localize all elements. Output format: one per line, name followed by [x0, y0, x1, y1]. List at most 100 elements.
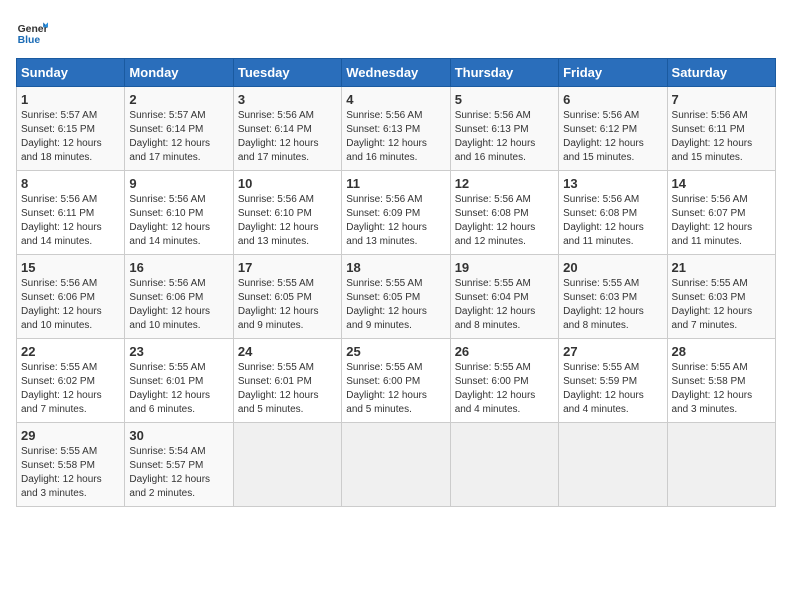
day-number: 5 [455, 92, 554, 107]
calendar-week-row: 15 Sunrise: 5:56 AM Sunset: 6:06 PM Dayli… [17, 255, 776, 339]
day-number: 16 [129, 260, 228, 275]
day-number: 19 [455, 260, 554, 275]
calendar-cell: 25 Sunrise: 5:55 AM Sunset: 6:00 PM Dayli… [342, 339, 450, 423]
day-info: Sunrise: 5:55 AM Sunset: 6:00 PM Dayligh… [455, 361, 554, 417]
day-number: 30 [129, 428, 228, 443]
calendar-cell: 13Sunrise: 5:56 AM Sunset: 6:08 PM Dayli… [559, 171, 667, 255]
calendar-cell [342, 423, 450, 507]
svg-text:Blue: Blue [18, 35, 41, 46]
calendar-cell [233, 423, 341, 507]
day-info: Sunrise: 5:55 AM Sunset: 5:58 PM Dayligh… [21, 445, 120, 501]
day-info: Sunrise: 5:54 AM Sunset: 5:57 PM Dayligh… [129, 445, 228, 501]
day-info: Sunrise: 5:56 AM Sunset: 6:08 PM Dayligh… [563, 193, 662, 249]
day-number: 12 [455, 176, 554, 191]
calendar-week-row: 1 Sunrise: 5:57 AM Sunset: 6:15 PM Daylig… [17, 87, 776, 171]
logo-icon: General Blue [16, 16, 48, 48]
col-header-thursday: Thursday [450, 59, 558, 87]
col-header-tuesday: Tuesday [233, 59, 341, 87]
day-info: Sunrise: 5:57 AM Sunset: 6:15 PM Dayligh… [21, 109, 120, 165]
day-info: Sunrise: 5:55 AM Sunset: 6:04 PM Dayligh… [455, 277, 554, 333]
calendar-cell: 15 Sunrise: 5:56 AM Sunset: 6:06 PM Dayli… [17, 255, 125, 339]
calendar-cell: 19 Sunrise: 5:55 AM Sunset: 6:04 PM Dayli… [450, 255, 558, 339]
calendar-cell: 29 Sunrise: 5:55 AM Sunset: 5:58 PM Dayli… [17, 423, 125, 507]
day-info: Sunrise: 5:56 AM Sunset: 6:12 PM Dayligh… [563, 109, 662, 165]
day-number: 1 [21, 92, 120, 107]
calendar-week-row: 29 Sunrise: 5:55 AM Sunset: 5:58 PM Dayli… [17, 423, 776, 507]
day-number: 10 [238, 176, 337, 191]
day-number: 23 [129, 344, 228, 359]
calendar-cell [559, 423, 667, 507]
day-info: Sunrise: 5:55 AM Sunset: 5:59 PM Dayligh… [563, 361, 662, 417]
day-number: 14 [672, 176, 771, 191]
calendar-cell [450, 423, 558, 507]
day-info: Sunrise: 5:56 AM Sunset: 6:06 PM Dayligh… [21, 277, 120, 333]
day-number: 29 [21, 428, 120, 443]
col-header-sunday: Sunday [17, 59, 125, 87]
day-info: Sunrise: 5:56 AM Sunset: 6:10 PM Dayligh… [238, 193, 337, 249]
day-number: 21 [672, 260, 771, 275]
day-number: 2 [129, 92, 228, 107]
calendar-cell: 2 Sunrise: 5:57 AM Sunset: 6:14 PM Daylig… [125, 87, 233, 171]
day-info: Sunrise: 5:55 AM Sunset: 6:05 PM Dayligh… [238, 277, 337, 333]
day-number: 28 [672, 344, 771, 359]
day-info: Sunrise: 5:55 AM Sunset: 6:05 PM Dayligh… [346, 277, 445, 333]
calendar-cell: 4 Sunrise: 5:56 AM Sunset: 6:13 PM Daylig… [342, 87, 450, 171]
day-info: Sunrise: 5:55 AM Sunset: 6:03 PM Dayligh… [563, 277, 662, 333]
day-number: 24 [238, 344, 337, 359]
calendar-header-row: SundayMondayTuesdayWednesdayThursdayFrid… [17, 59, 776, 87]
day-number: 6 [563, 92, 662, 107]
day-number: 25 [346, 344, 445, 359]
day-number: 26 [455, 344, 554, 359]
calendar-cell: 14 Sunrise: 5:56 AM Sunset: 6:07 PM Dayli… [667, 171, 775, 255]
page-header: General Blue [16, 16, 776, 48]
calendar-cell: 6 Sunrise: 5:56 AM Sunset: 6:12 PM Daylig… [559, 87, 667, 171]
calendar-cell: 26 Sunrise: 5:55 AM Sunset: 6:00 PM Dayli… [450, 339, 558, 423]
logo: General Blue [16, 16, 48, 48]
calendar-cell: 21 Sunrise: 5:55 AM Sunset: 6:03 PM Dayli… [667, 255, 775, 339]
day-number: 18 [346, 260, 445, 275]
col-header-monday: Monday [125, 59, 233, 87]
calendar-cell: 30 Sunrise: 5:54 AM Sunset: 5:57 PM Dayli… [125, 423, 233, 507]
day-info: Sunrise: 5:56 AM Sunset: 6:13 PM Dayligh… [455, 109, 554, 165]
day-info: Sunrise: 5:56 AM Sunset: 6:10 PM Dayligh… [129, 193, 228, 249]
calendar-cell: 11Sunrise: 5:56 AM Sunset: 6:09 PM Dayli… [342, 171, 450, 255]
day-number: 7 [672, 92, 771, 107]
day-number: 20 [563, 260, 662, 275]
day-number: 4 [346, 92, 445, 107]
day-info: Sunrise: 5:57 AM Sunset: 6:14 PM Dayligh… [129, 109, 228, 165]
calendar-cell: 17Sunrise: 5:55 AM Sunset: 6:05 PM Dayli… [233, 255, 341, 339]
calendar-cell: 28Sunrise: 5:55 AM Sunset: 5:58 PM Dayli… [667, 339, 775, 423]
calendar-cell: 27 Sunrise: 5:55 AM Sunset: 5:59 PM Dayli… [559, 339, 667, 423]
day-info: Sunrise: 5:55 AM Sunset: 6:01 PM Dayligh… [129, 361, 228, 417]
day-info: Sunrise: 5:56 AM Sunset: 6:13 PM Dayligh… [346, 109, 445, 165]
calendar-cell: 5 Sunrise: 5:56 AM Sunset: 6:13 PM Daylig… [450, 87, 558, 171]
calendar-cell: 12Sunrise: 5:56 AM Sunset: 6:08 PM Dayli… [450, 171, 558, 255]
calendar-table: SundayMondayTuesdayWednesdayThursdayFrid… [16, 58, 776, 507]
day-number: 15 [21, 260, 120, 275]
calendar-cell: 1 Sunrise: 5:57 AM Sunset: 6:15 PM Daylig… [17, 87, 125, 171]
day-number: 3 [238, 92, 337, 107]
calendar-cell [667, 423, 775, 507]
col-header-wednesday: Wednesday [342, 59, 450, 87]
day-info: Sunrise: 5:56 AM Sunset: 6:07 PM Dayligh… [672, 193, 771, 249]
day-info: Sunrise: 5:56 AM Sunset: 6:06 PM Dayligh… [129, 277, 228, 333]
calendar-cell: 7Sunrise: 5:56 AM Sunset: 6:11 PM Daylig… [667, 87, 775, 171]
calendar-week-row: 22 Sunrise: 5:55 AM Sunset: 6:02 PM Dayli… [17, 339, 776, 423]
calendar-cell: 18 Sunrise: 5:55 AM Sunset: 6:05 PM Dayli… [342, 255, 450, 339]
day-info: Sunrise: 5:55 AM Sunset: 6:03 PM Dayligh… [672, 277, 771, 333]
col-header-friday: Friday [559, 59, 667, 87]
day-info: Sunrise: 5:55 AM Sunset: 6:01 PM Dayligh… [238, 361, 337, 417]
day-info: Sunrise: 5:55 AM Sunset: 6:00 PM Dayligh… [346, 361, 445, 417]
calendar-cell: 20 Sunrise: 5:55 AM Sunset: 6:03 PM Dayli… [559, 255, 667, 339]
calendar-cell: 24 Sunrise: 5:55 AM Sunset: 6:01 PM Dayli… [233, 339, 341, 423]
day-number: 22 [21, 344, 120, 359]
day-info: Sunrise: 5:56 AM Sunset: 6:14 PM Dayligh… [238, 109, 337, 165]
calendar-cell: 3 Sunrise: 5:56 AM Sunset: 6:14 PM Daylig… [233, 87, 341, 171]
calendar-cell: 10 Sunrise: 5:56 AM Sunset: 6:10 PM Dayli… [233, 171, 341, 255]
day-info: Sunrise: 5:55 AM Sunset: 6:02 PM Dayligh… [21, 361, 120, 417]
day-number: 27 [563, 344, 662, 359]
calendar-cell: 9Sunrise: 5:56 AM Sunset: 6:10 PM Daylig… [125, 171, 233, 255]
day-info: Sunrise: 5:56 AM Sunset: 6:09 PM Dayligh… [346, 193, 445, 249]
calendar-cell: 8Sunrise: 5:56 AM Sunset: 6:11 PM Daylig… [17, 171, 125, 255]
calendar-cell: 22 Sunrise: 5:55 AM Sunset: 6:02 PM Dayli… [17, 339, 125, 423]
